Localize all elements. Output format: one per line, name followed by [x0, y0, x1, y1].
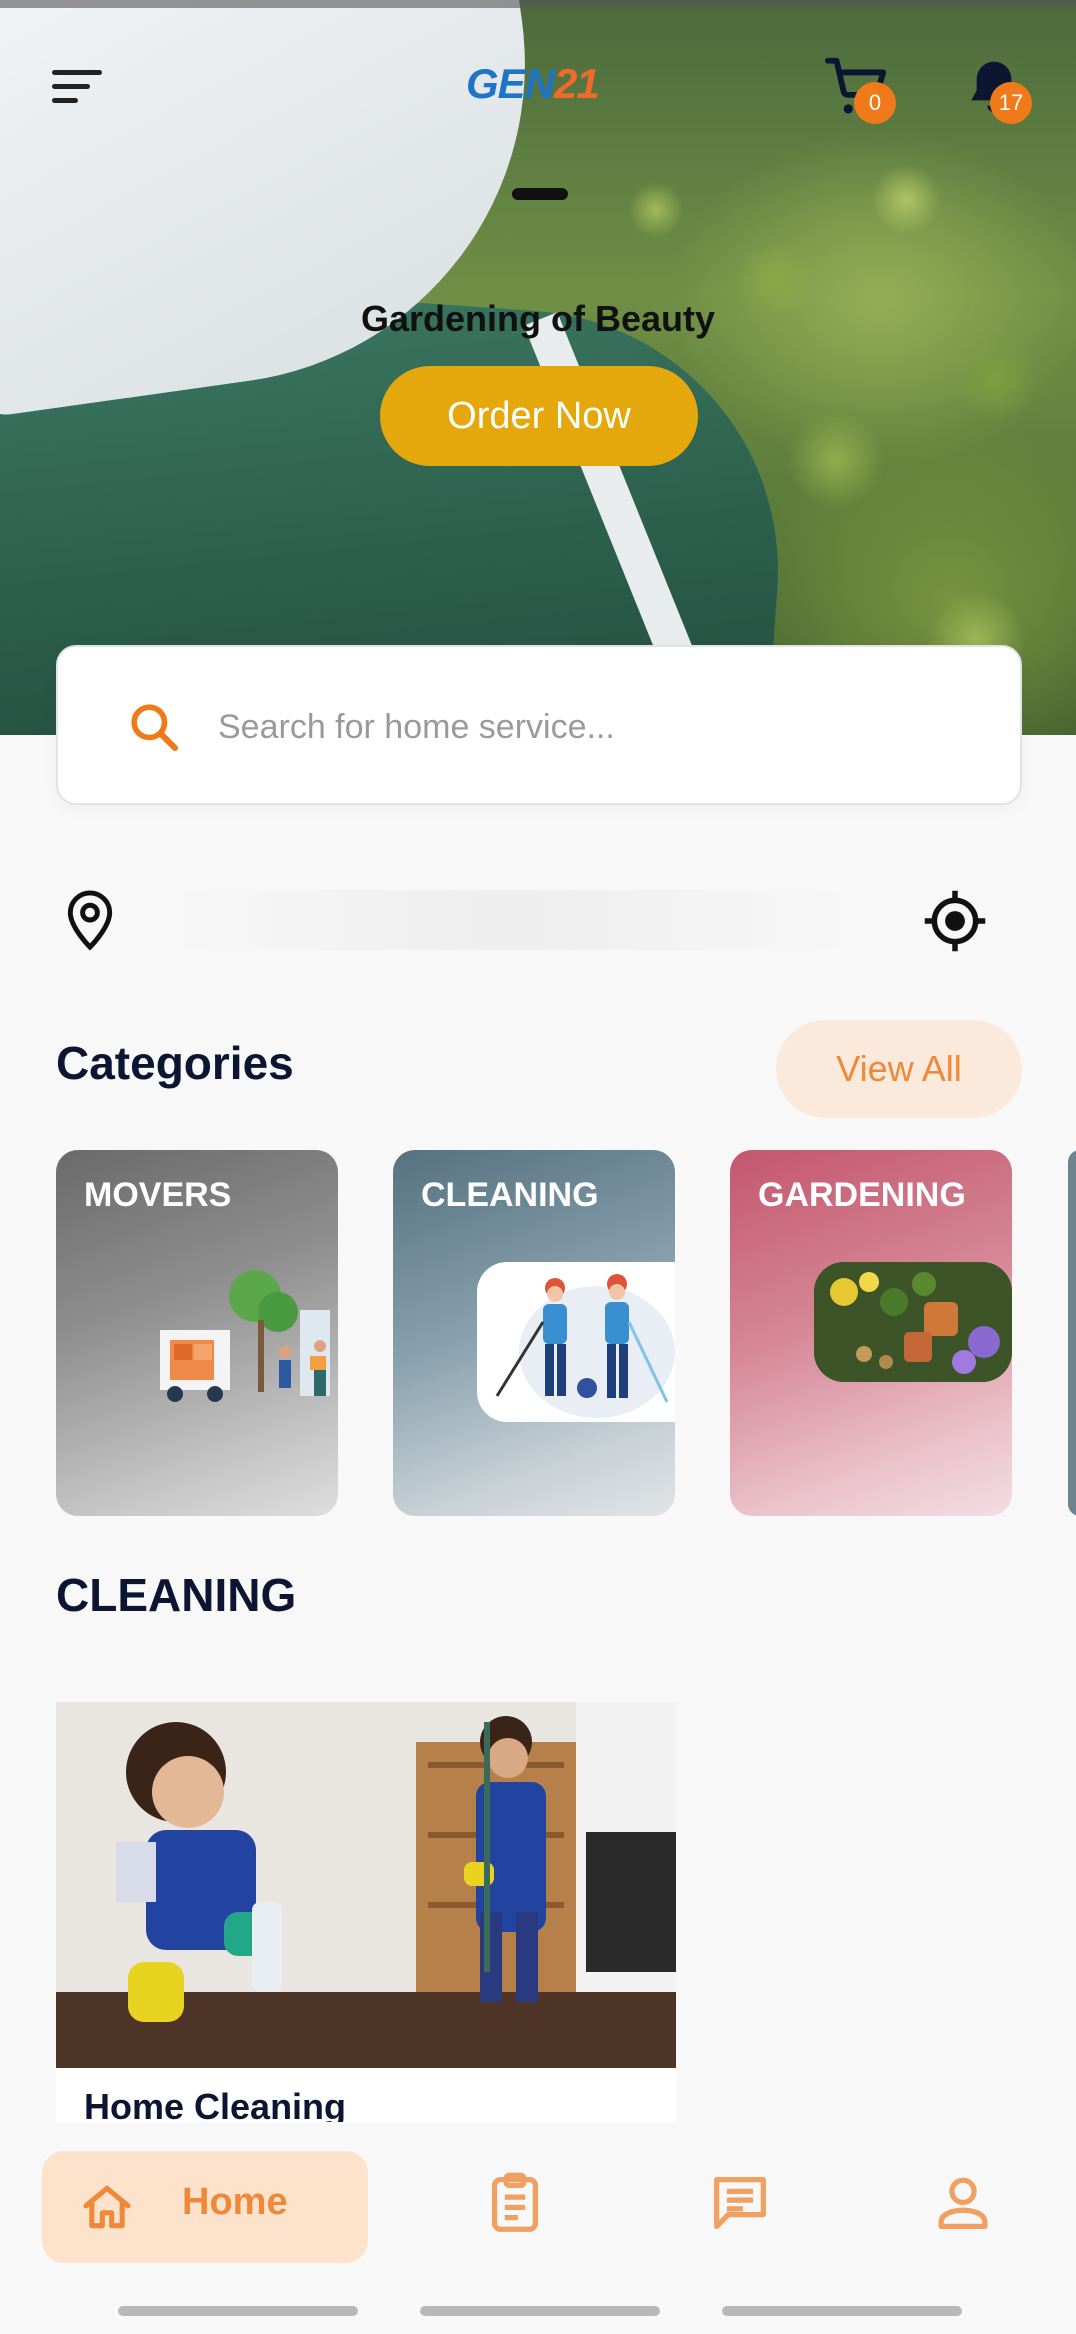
- crosshair-icon[interactable]: [922, 888, 988, 954]
- nav-orders-tab[interactable]: [480, 2168, 550, 2238]
- cleaning-heading: CLEANING: [56, 1569, 297, 1621]
- carousel-indicator: [512, 188, 568, 200]
- hero-title: Gardening of Beauty: [360, 298, 716, 339]
- order-now-button[interactable]: Order Now: [380, 366, 698, 466]
- category-card-cleaning[interactable]: CLEANING: [393, 1150, 675, 1516]
- gesture-bar-center: [420, 2306, 660, 2316]
- cleaning-photo: [56, 1702, 676, 2068]
- logo-text-gen: GEN: [466, 60, 555, 107]
- category-card-gardening[interactable]: GARDENING: [730, 1150, 1012, 1516]
- search-input[interactable]: [218, 687, 978, 767]
- hero-banner[interactable]: GEN21 0 17 Gardening of Beauty Order Now: [0, 0, 1076, 735]
- app-logo: GEN21: [466, 60, 600, 110]
- categories-heading: Categories: [56, 1037, 294, 1089]
- cart-count-badge: 0: [854, 82, 896, 124]
- category-card-movers[interactable]: MOVERS: [56, 1150, 338, 1516]
- search-icon: [131, 704, 179, 752]
- cart-button[interactable]: 0: [822, 52, 902, 132]
- app-screen: GEN21 0 17 Gardening of Beauty Order Now: [0, 0, 1076, 2334]
- menu-icon[interactable]: [48, 68, 108, 108]
- cleaners-illustration: [477, 1262, 675, 1422]
- notifications-button[interactable]: 17: [962, 52, 1042, 132]
- gesture-bar-right: [722, 2306, 962, 2316]
- profile-icon: [938, 2177, 988, 2229]
- location-pin-icon: [67, 890, 113, 951]
- category-label: CLEANING: [421, 1176, 599, 1214]
- nav-chat-tab[interactable]: [705, 2168, 775, 2238]
- nav-home-tab[interactable]: Home: [42, 2151, 368, 2263]
- home-icon: [83, 2185, 131, 2229]
- notification-count-badge: 17: [990, 82, 1032, 124]
- bottom-navigation: Home: [0, 2124, 1076, 2294]
- garden-photo: [814, 1262, 1012, 1382]
- nav-home-label: Home: [182, 2181, 288, 2223]
- view-all-button[interactable]: View All: [776, 1020, 1022, 1118]
- nav-profile-tab[interactable]: [928, 2168, 998, 2238]
- category-card-partial[interactable]: [1068, 1150, 1076, 1516]
- category-label: MOVERS: [84, 1176, 232, 1214]
- address-placeholder[interactable]: [160, 890, 860, 950]
- category-label: GARDENING: [758, 1176, 966, 1214]
- chat-icon: [714, 2177, 766, 2229]
- status-bar-strip: [0, 0, 1076, 8]
- gesture-bar-left: [118, 2306, 358, 2316]
- orders-icon: [491, 2172, 539, 2232]
- service-name: Home Cleaning: [84, 2086, 347, 2122]
- movers-illustration: [160, 1270, 330, 1402]
- service-card-home-cleaning[interactable]: Home Cleaning: [56, 1702, 676, 2122]
- logo-text-21: 21: [554, 60, 600, 107]
- search-bar[interactable]: [56, 645, 1022, 805]
